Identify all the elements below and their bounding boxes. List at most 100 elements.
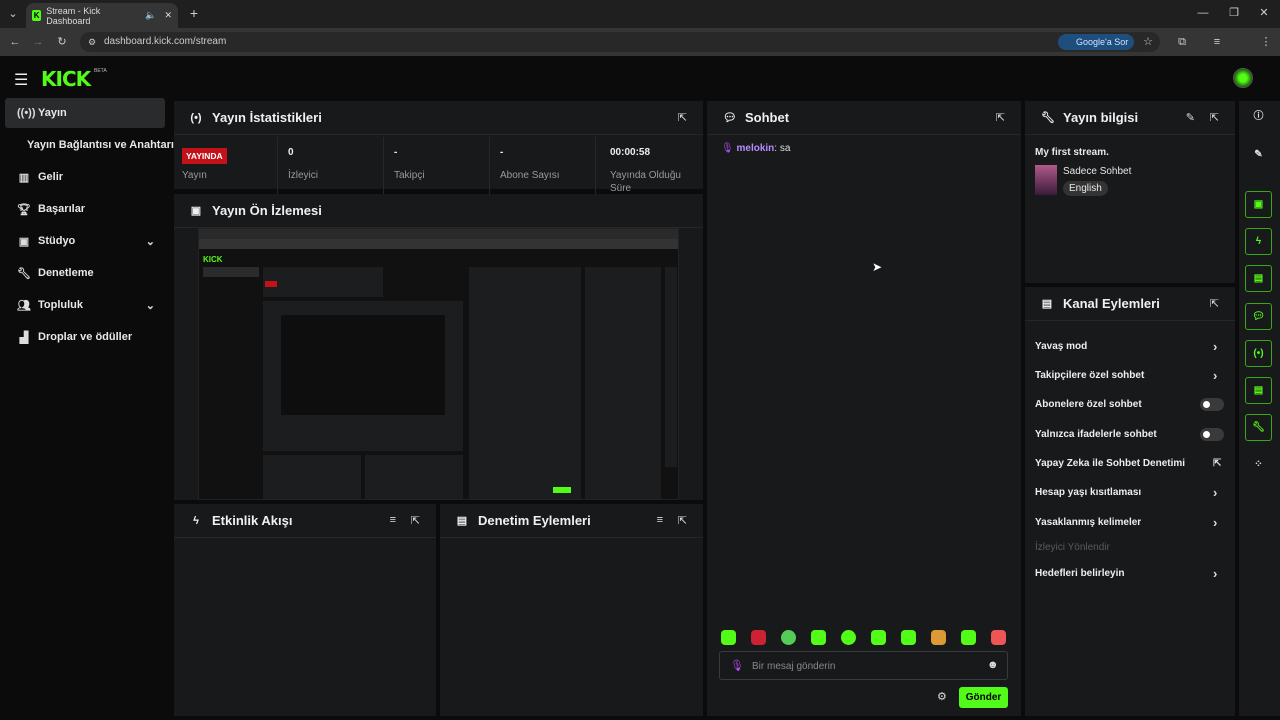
panel-title: Yayın bilgisi bbox=[1063, 110, 1139, 125]
mouse-cursor-icon: ➤ bbox=[872, 260, 883, 274]
emote-icon[interactable] bbox=[871, 630, 886, 645]
popout-icon[interactable]: ⇱ bbox=[411, 514, 420, 527]
emote-icon[interactable] bbox=[961, 630, 976, 645]
action-label: Yapay Zeka ile Sohbet Denetimi bbox=[1035, 458, 1186, 469]
sidebar-item-stream-key[interactable]: Yayın Bağlantısı ve Anahtarı bbox=[15, 130, 175, 160]
send-button[interactable]: Gönder bbox=[959, 687, 1008, 708]
popout-icon[interactable]: ⇱ bbox=[1210, 111, 1219, 124]
filter-icon[interactable]: ≡ bbox=[390, 514, 396, 526]
moderation-widget-button[interactable]: ▤ bbox=[1245, 265, 1272, 292]
sidebar-item-denetleme[interactable]: 🔧︎ Denetleme bbox=[5, 258, 165, 288]
chevron-right-icon: › bbox=[1213, 485, 1218, 500]
chevron-right-icon: › bbox=[1213, 368, 1218, 383]
browser-tab-bar: ⌄ K Stream - Kick Dashboard 🔈 ✕ + — ❐ ✕ bbox=[0, 0, 1280, 28]
emote-icon[interactable] bbox=[721, 630, 736, 645]
wrench-icon: 🔧︎ bbox=[1041, 112, 1055, 124]
action-slow-mode[interactable]: Yavaş mod › bbox=[1035, 339, 1217, 354]
tab-audio-icon[interactable]: 🔈 bbox=[145, 10, 156, 21]
chat-username[interactable]: melokin bbox=[736, 143, 774, 154]
stream-preview-video[interactable]: KICK bbox=[198, 228, 679, 500]
site-info-icon[interactable]: ⚙ bbox=[88, 32, 96, 52]
sidebar-item-yayin[interactable]: ((•)) Yayın bbox=[5, 98, 165, 128]
google-ask-chip[interactable]: Google'a Sor bbox=[1058, 34, 1134, 50]
maximize-icon[interactable]: ❐ bbox=[1227, 6, 1241, 20]
edit-icon[interactable]: ✎ bbox=[1245, 142, 1272, 169]
sidebar-item-studyo[interactable]: ▣ Stüdyo ⌄ bbox=[5, 226, 165, 256]
channel-widget-button[interactable]: ▤ bbox=[1245, 377, 1272, 404]
emote-icon[interactable] bbox=[811, 630, 826, 645]
chevron-down-icon[interactable]: ⌄ bbox=[146, 299, 155, 312]
stat-cell-subscribers: - Abone Sayısı bbox=[492, 137, 596, 195]
new-tab-icon[interactable]: + bbox=[187, 6, 201, 20]
preview-icon: ▣ bbox=[190, 205, 202, 217]
browser-tab[interactable]: K Stream - Kick Dashboard 🔈 ✕ bbox=[26, 3, 178, 28]
popout-icon[interactable]: ⇱ bbox=[1210, 297, 1219, 310]
emote-icon[interactable] bbox=[931, 630, 946, 645]
user-avatar[interactable] bbox=[1233, 68, 1253, 88]
sidebar-item-topluluk[interactable]: 👥︎ Topluluk ⌄ bbox=[5, 290, 165, 320]
activity-widget-button[interactable]: ϟ bbox=[1245, 228, 1272, 255]
bookmark-star-icon[interactable]: ☆ bbox=[1141, 35, 1155, 49]
action-account-age[interactable]: Hesap yaşı kısıtlaması › bbox=[1035, 485, 1217, 500]
edit-icon[interactable]: ✎ bbox=[1186, 111, 1195, 124]
back-icon[interactable]: ← bbox=[8, 35, 22, 49]
stream-stats-panel: (•) Yayın İstatistikleri ⇱ YAYINDA Yayın… bbox=[174, 101, 703, 195]
popout-icon[interactable]: ⇱ bbox=[996, 111, 1005, 124]
channel-icon: ▤ bbox=[1041, 298, 1053, 310]
broadcast-widget-button[interactable]: (•) bbox=[1245, 340, 1272, 367]
sidebar-item-label: Droplar ve ödüller bbox=[38, 331, 133, 343]
hamburger-menu-icon[interactable]: ☰ bbox=[14, 70, 28, 90]
action-ai-moderation[interactable]: Yapay Zeka ile Sohbet Denetimi ⇱ bbox=[1035, 458, 1221, 469]
chevron-down-icon[interactable]: ⌄ bbox=[146, 235, 155, 248]
trophy-icon: 🏆︎ bbox=[17, 203, 31, 216]
chat-input[interactable]: 🎙︎ Bir mesaj gönderin ☻ bbox=[719, 651, 1008, 680]
media-icon[interactable]: ≡ bbox=[1210, 35, 1224, 49]
minimize-icon[interactable]: — bbox=[1196, 6, 1210, 20]
action-label: Yalnızca ifadelerle sohbet bbox=[1035, 429, 1157, 440]
emote-icon[interactable] bbox=[751, 630, 766, 645]
sidebar-item-label: Stüdyo bbox=[38, 235, 76, 247]
chevron-right-icon: › bbox=[1213, 515, 1218, 530]
tab-close-icon[interactable]: ✕ bbox=[164, 10, 172, 21]
category-name: Sadece Sohbet bbox=[1063, 166, 1132, 177]
close-window-icon[interactable]: ✕ bbox=[1257, 6, 1271, 20]
panel-title: Kanal Eylemleri bbox=[1063, 296, 1160, 311]
external-link-icon: ⇱ bbox=[1213, 458, 1222, 469]
emote-icon[interactable] bbox=[991, 630, 1006, 645]
stats-widget-button[interactable]: ▣ bbox=[1245, 191, 1272, 218]
mod-tools-widget-button[interactable]: 🔧︎ bbox=[1245, 414, 1272, 441]
activity-feed-panel: ϟ Etkinlik Akışı ≡ ⇱ bbox=[174, 504, 436, 716]
extensions-icon[interactable]: ⧉ bbox=[1175, 35, 1189, 49]
emoji-picker-icon[interactable]: ☻ bbox=[987, 659, 999, 671]
action-banned-words[interactable]: Yasaklanmış kelimeler › bbox=[1035, 515, 1217, 530]
popout-icon[interactable]: ⇱ bbox=[678, 111, 687, 124]
popout-icon[interactable]: ⇱ bbox=[678, 514, 687, 527]
emote-icon[interactable] bbox=[841, 630, 856, 645]
emote-only-toggle[interactable] bbox=[1200, 428, 1224, 441]
url-field[interactable]: ⚙ dashboard.kick.com/stream bbox=[80, 32, 1160, 52]
kick-logo[interactable]: KICK bbox=[41, 67, 91, 91]
emote-icon[interactable] bbox=[901, 630, 916, 645]
filter-icon[interactable]: ≡ bbox=[657, 514, 663, 526]
info-icon[interactable]: ⓘ bbox=[1245, 104, 1272, 131]
action-followers-only[interactable]: Takipçilere özel sohbet › bbox=[1035, 368, 1217, 383]
action-set-goals[interactable]: Hedefleri belirleyin › bbox=[1035, 566, 1217, 581]
emote-icon[interactable] bbox=[781, 630, 796, 645]
tab-list-icon[interactable]: ⌄ bbox=[6, 7, 20, 21]
sidebar-item-gelir[interactable]: ▥ Gelir bbox=[5, 162, 165, 192]
subscribers-only-toggle[interactable] bbox=[1200, 398, 1224, 411]
action-label: Yasaklanmış kelimeler bbox=[1035, 517, 1142, 528]
sidebar-item-label: Denetleme bbox=[38, 267, 94, 279]
more-widgets-icon[interactable]: ⁘ bbox=[1245, 452, 1272, 479]
forward-icon[interactable]: → bbox=[31, 35, 45, 49]
stream-info-panel: 🔧︎ Yayın bilgisi ✎ ⇱ My first stream. Sa… bbox=[1025, 101, 1235, 283]
panel-header: ϟ Etkinlik Akışı bbox=[174, 504, 436, 538]
chat-settings-icon[interactable]: ⚙ bbox=[937, 690, 947, 703]
browser-menu-icon[interactable]: ⋮ bbox=[1259, 35, 1273, 49]
chevron-right-icon: › bbox=[1213, 339, 1218, 354]
sidebar-item-droplar[interactable]: ▟ Droplar ve ödüller bbox=[5, 322, 165, 352]
chat-widget-button[interactable]: 💬︎ bbox=[1245, 303, 1272, 330]
document-icon: ▤ bbox=[456, 515, 468, 527]
sidebar-item-basarilar[interactable]: 🏆︎ Başarılar bbox=[5, 194, 165, 224]
reload-icon[interactable]: ↻ bbox=[55, 35, 69, 49]
